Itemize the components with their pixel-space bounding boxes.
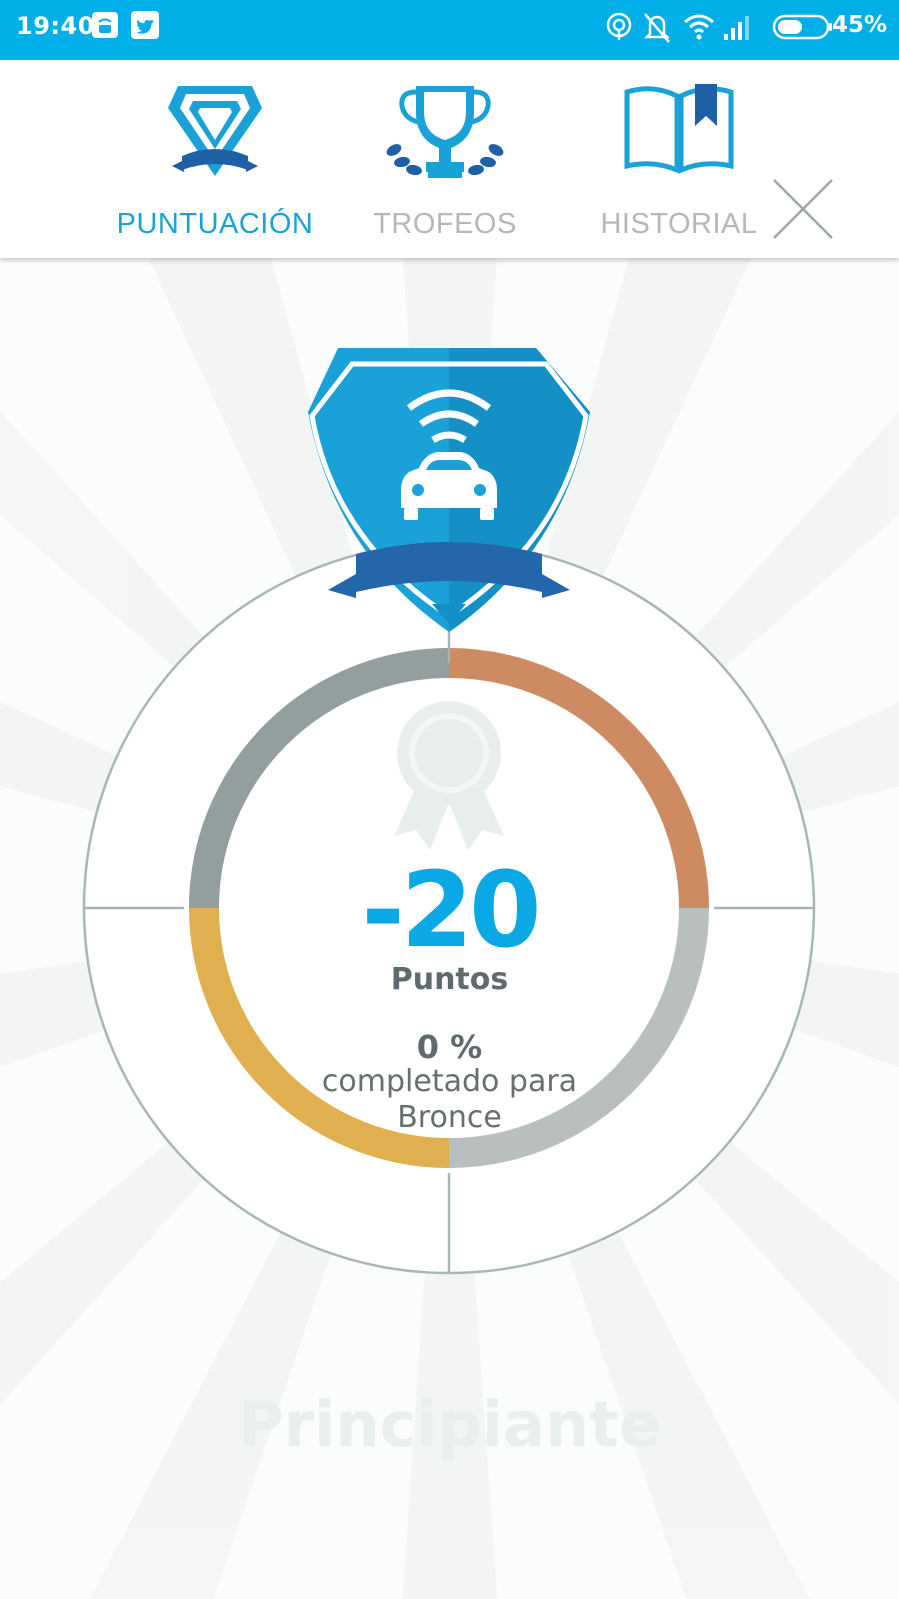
- twitter-icon: [131, 11, 159, 39]
- progress-percent: 0 %: [416, 1028, 483, 1066]
- signal-icon: [724, 16, 749, 40]
- progress-line1: completado para: [321, 1064, 578, 1099]
- progress-line2: Bronce: [397, 1100, 502, 1135]
- tab-historial[interactable]: HISTORIAL: [574, 60, 784, 258]
- close-icon[interactable]: [772, 178, 834, 240]
- score-panel: -20 Puntos 0 % completado para Bronce Pr…: [0, 258, 899, 1599]
- tab-label: HISTORIAL: [600, 208, 758, 240]
- tab-header: PUNTUACIÓN TROFEOS HISTORIAL: [0, 60, 899, 258]
- trophy-icon: [386, 86, 504, 178]
- hotspot-icon: [606, 12, 632, 40]
- progress-text: completado para Bronce: [0, 1064, 899, 1136]
- tab-label: PUNTUACIÓN: [116, 208, 314, 240]
- battery-icon: [772, 14, 832, 40]
- mute-bell-icon: [643, 13, 671, 43]
- shield-badge-icon: [168, 86, 262, 176]
- status-bar: 19:40 45%: [0, 0, 899, 60]
- wifi-icon: [684, 14, 714, 40]
- tab-trofeos[interactable]: TROFEOS: [340, 60, 550, 258]
- status-time: 19:40: [16, 12, 95, 40]
- battery-percent: 45%: [831, 12, 887, 38]
- score-unit: Puntos: [390, 962, 509, 997]
- tab-label: TROFEOS: [373, 208, 517, 240]
- level-shield-icon: [308, 348, 590, 632]
- app-notification-icon: [92, 12, 118, 38]
- book-icon: [624, 84, 734, 174]
- tab-puntuacion[interactable]: PUNTUACIÓN: [110, 60, 320, 258]
- score-value: -20: [361, 849, 542, 971]
- level-name: Principiante: [238, 1388, 661, 1461]
